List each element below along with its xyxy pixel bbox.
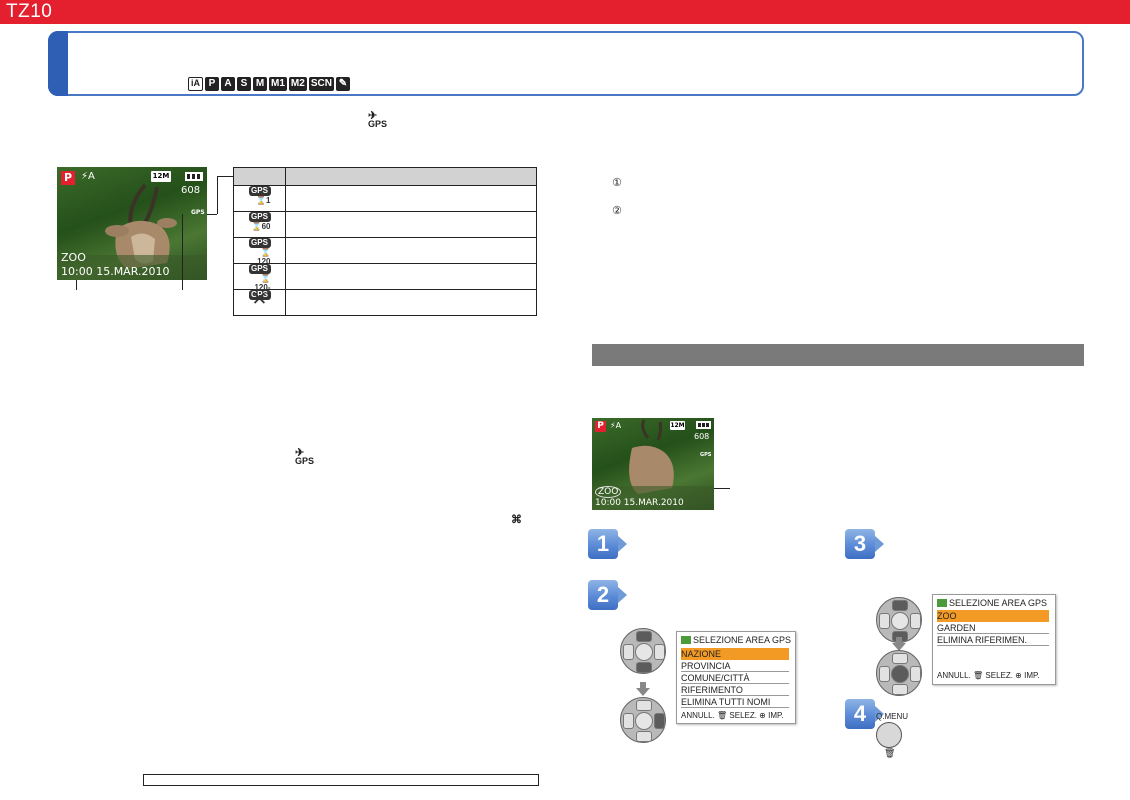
callout-line-place: [76, 280, 77, 290]
gps-plane-icon-2: ✈ GPS: [295, 447, 315, 466]
arrow-down-icon: [636, 682, 650, 696]
menu-item-elimina-tutti[interactable]: ELIMINA TUTTI NOMI: [681, 696, 789, 708]
mode-m1-icon: M1: [269, 77, 287, 91]
menu-item-riferimento[interactable]: RIFERIMENTO: [681, 684, 789, 696]
mode-icons: iA P A S M M1 M2 SCN ✎: [188, 77, 350, 91]
gps-over-120min-icon: GPS ⌛120-: [248, 264, 272, 292]
step-2-badge: 2: [588, 580, 627, 610]
circled-number-2: ②: [612, 204, 622, 217]
menu-item-comune[interactable]: COMUNE/CITTÀ: [681, 672, 789, 684]
title-tab: [48, 31, 68, 96]
table-row: GPS ⌛120-: [233, 263, 537, 292]
step-3-badge: 3: [845, 529, 884, 559]
mode-ia-icon: iA: [188, 77, 203, 91]
step-1-badge: 1: [588, 529, 627, 559]
table-row: GPS ⌛60: [233, 211, 537, 238]
footer-note-box: [143, 774, 539, 786]
table-row: GPS ⌛120: [233, 237, 537, 266]
shots-remaining-2: 608: [694, 432, 710, 441]
qmenu-button[interactable]: [876, 722, 902, 748]
callout-line-gps: [182, 214, 183, 290]
resolution-badge: 12M: [151, 171, 171, 182]
shots-remaining: 608: [181, 185, 201, 196]
battery-icon: [185, 172, 203, 181]
place-name: ZOO: [61, 251, 86, 264]
mode-a-icon: A: [221, 77, 235, 91]
dpad-up-down[interactable]: [620, 628, 666, 674]
gps-menu-icon-2: [937, 599, 947, 607]
gps-area-icon: ⌘: [511, 514, 522, 526]
menu-item-nazione[interactable]: NAZIONE: [681, 648, 789, 660]
table-header-row: [233, 167, 537, 186]
mode-badge: P: [61, 171, 75, 185]
callout-line-screen2: [714, 488, 730, 489]
gps-indicator-2: GPS: [700, 452, 712, 458]
mode-clipboard-icon: ✎: [335, 77, 350, 91]
gps-60min-icon: GPS ⌛60: [248, 212, 272, 232]
gps-plane-icon: ✈ GPS: [368, 110, 388, 129]
menu-footer-2: ANNULL. 🗑 SELEZ. ⊕ IMP.: [937, 671, 1040, 680]
step-4-badge: 4: [845, 699, 884, 729]
battery-icon-2: [696, 421, 711, 429]
table-row: GPS ✕: [233, 289, 537, 316]
callout-line-gps-h: [207, 214, 217, 215]
gps-status-table: GPS ⌛1 GPS ⌛60 GPS ⌛120 GPS ⌛120- GPS ✕: [233, 167, 537, 316]
flash-indicator-2: ⚡A: [610, 421, 622, 430]
section-header-bar: [592, 344, 1084, 366]
dpad-right[interactable]: [620, 697, 666, 743]
menu-item-garden[interactable]: GARDEN: [937, 622, 1049, 634]
gps-indicator: GPS: [191, 209, 205, 216]
gps-menu-icon: [681, 636, 691, 644]
title-box: iA P A S M M1 M2 SCN ✎: [48, 31, 1084, 96]
qmenu-label: Q.MENU: [876, 712, 908, 721]
gps-area-menu-1: SELEZIONE AREA GPS NAZIONE PROVINCIA COM…: [676, 631, 796, 724]
gps-area-menu-2: SELEZIONE AREA GPS ZOO GARDEN ELIMINA RI…: [932, 594, 1056, 685]
menu-item-elimina-riferimen[interactable]: ELIMINA RIFERIMEN.: [937, 634, 1049, 646]
mode-s-icon: S: [237, 77, 251, 91]
menu-item-zoo[interactable]: ZOO: [937, 610, 1049, 622]
date-time-2: 10:00 15.MAR.2010: [595, 498, 684, 508]
gps-120min-icon: GPS ⌛120: [248, 238, 272, 266]
gps-off-icon: GPS ✕: [248, 290, 272, 310]
camera-screen-2: P ⚡A 12M 608 GPS ZOO 10:00 15.MAR.2010: [592, 418, 714, 510]
callout-line-gps-v: [217, 176, 218, 214]
flash-indicator: ⚡A: [81, 171, 95, 182]
resolution-badge-2: 12M: [670, 421, 685, 430]
top-bar: TZ10: [0, 0, 1130, 24]
menu-item-provincia[interactable]: PROVINCIA: [681, 660, 789, 672]
mode-m-icon: M: [253, 77, 267, 91]
place-name-2: ZOO: [595, 486, 622, 498]
circled-number-1: ①: [612, 176, 622, 189]
mode-p-icon: P: [205, 77, 219, 91]
menu-title: SELEZIONE AREA GPS: [681, 635, 791, 645]
camera-screen-1: P ⚡A 12M 608 GPS ZOO 10:00 15.MAR.2010: [57, 167, 207, 280]
dpad-center[interactable]: [876, 650, 922, 696]
date-time: 10:00 15.MAR.2010: [61, 265, 170, 278]
model-name: TZ10: [6, 1, 53, 22]
mode-badge-2: P: [595, 421, 606, 432]
callout-line-gps-t: [217, 176, 233, 177]
table-row: GPS ⌛1: [233, 185, 537, 212]
mode-m2-icon: M2: [288, 77, 307, 91]
trash-icon: 🗑: [884, 748, 896, 758]
menu-footer: ANNULL. 🗑 SELEZ. ⊕ IMP.: [681, 711, 784, 720]
mode-scn-icon: SCN: [308, 77, 334, 91]
menu-title-2: SELEZIONE AREA GPS: [937, 598, 1047, 608]
gps-1min-icon: GPS ⌛1: [248, 186, 272, 206]
